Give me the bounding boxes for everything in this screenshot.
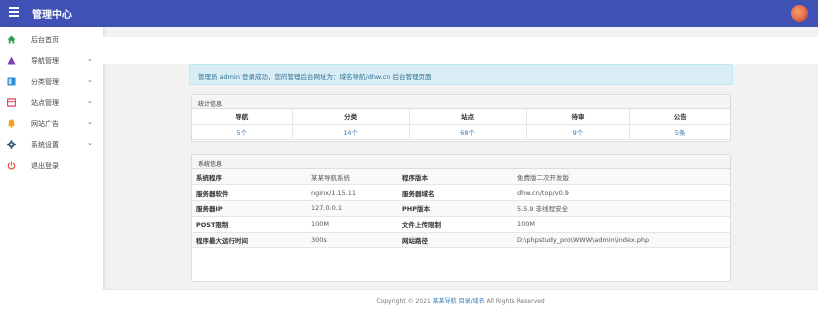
sidebar: 后台首页 导航管理 ⌄ 分类管理 ⌄ 站点管理 ⌄ 网站广告 ⌄ 系统设置 ⌄ … [0,27,103,312]
stats-header-site: 站点 [409,109,527,125]
rights-text: All Rights Reserved [486,298,545,305]
table-cell: 5.5.9 非线程安全 [513,200,730,217]
chevron-down-icon: ⌄ [87,97,93,105]
sidebar-item-label: 导航管理 [31,57,59,65]
chevron-down-icon: ⌄ [87,55,93,63]
site-icon [7,98,16,107]
sidebar-item-ads[interactable]: 网站广告 ⌄ [0,115,103,133]
table-cell: 127.0.0.1 [307,200,398,217]
sidebar-item-site[interactable]: 站点管理 ⌄ [0,94,103,112]
menu-toggle-icon[interactable] [9,7,19,17]
avatar[interactable] [791,5,808,22]
top-bar: 管理中心 [0,0,818,27]
table-row: 导航 分类 站点 待审 公告 [192,109,730,125]
sidebar-item-settings[interactable]: 系统设置 ⌄ [0,136,103,154]
table-cell: 100M [307,216,398,233]
table-cell: POST限制 [192,216,307,233]
stats-value-pending[interactable]: 9个 [526,124,631,140]
sidebar-item-label: 网站广告 [31,120,59,128]
stats-value-site[interactable]: 68个 [409,124,527,140]
footer-site-link[interactable]: 某某导航 目录/域名 [433,298,485,305]
gear-icon [7,140,16,149]
stats-value-notice[interactable]: 5条 [629,124,730,140]
power-icon [7,161,16,170]
content-header-bar [103,37,818,64]
stats-header-pending: 待审 [526,109,631,125]
table-cell: 100M [513,216,730,233]
table-cell: PHP版本 [398,200,513,217]
table-row: 服务器IP 127.0.0.1 PHP版本 5.5.9 非线程安全 [192,200,730,217]
sysinfo-table: 系统程序 某某导航系统 程序版本 免费版二次开发版 服务器软件 nginx/1.… [192,169,730,249]
table-cell: 服务器域名 [398,184,513,202]
sidebar-item-label: 退出登录 [31,162,59,170]
table-row: 程序最大运行时间 300s 网站路径 D:\phpstudy_pro\WWW\a… [192,232,730,249]
table-cell: dhw.cn/top/v0.9 [513,184,730,202]
stats-header-notice: 公告 [629,109,730,125]
stats-value-nav[interactable]: 5个 [192,124,293,140]
sidebar-item-home[interactable]: 后台首页 [0,31,103,49]
home-icon [7,35,16,44]
table-cell: 文件上传限制 [398,216,513,233]
table-cell: nginx/1.15.11 [307,184,398,202]
chevron-down-icon: ⌄ [87,139,93,147]
sidebar-item-label: 站点管理 [31,99,59,107]
app-title: 管理中心 [32,10,72,21]
table-cell: 程序版本 [398,169,513,186]
sidebar-item-label: 分类管理 [31,78,59,86]
bell-icon [7,119,16,128]
table-row: 服务器软件 nginx/1.15.11 服务器域名 dhw.cn/top/v0.… [192,184,730,202]
table-cell: 免费版二次开发版 [513,169,730,186]
triangle-icon [7,56,16,65]
sidebar-item-logout[interactable]: 退出登录 [0,157,103,175]
chevron-down-icon: ⌄ [87,118,93,126]
footer: Copyright © 2021 某某导航 目录/域名 All Rights R… [103,289,818,312]
folder-icon [7,77,16,86]
stats-header-nav: 导航 [192,109,293,125]
table-row: POST限制 100M 文件上传限制 100M [192,216,730,233]
table-cell: 网站路径 [398,232,513,249]
stats-panel-title: 统计信息 [192,95,730,109]
table-row: 5个 14个 68个 9个 5条 [192,124,730,140]
table-cell: 程序最大运行时间 [192,232,307,249]
stats-table: 导航 分类 站点 待审 公告 5个 14个 68个 9个 5条 [192,109,730,140]
stats-value-category[interactable]: 14个 [292,124,410,140]
table-cell: 系统程序 [192,169,307,186]
chevron-down-icon: ⌄ [87,76,93,84]
table-cell: 服务器IP [192,200,307,217]
sysinfo-panel: 系统信息 系统程序 某某导航系统 程序版本 免费版二次开发版 服务器软件 ngi… [191,154,731,282]
login-alert: 管理员 admin 登录成功，您的管理后台网址为：域名导航/dhw.cn 后台管… [189,64,733,85]
sidebar-item-label: 系统设置 [31,141,59,149]
sidebar-item-nav[interactable]: 导航管理 ⌄ [0,52,103,70]
copyright-text: Copyright © 2021 [376,298,431,305]
stats-header-category: 分类 [292,109,410,125]
sysinfo-panel-title: 系统信息 [192,155,730,169]
table-cell: 服务器软件 [192,184,307,202]
table-cell: 某某导航系统 [307,169,398,186]
main-content: 管理员 admin 登录成功，您的管理后台网址为：域名导航/dhw.cn 后台管… [103,27,818,312]
sidebar-item-label: 后台首页 [31,36,59,44]
stats-panel: 统计信息 导航 分类 站点 待审 公告 5个 14个 68个 9个 5条 [191,94,731,142]
table-row: 系统程序 某某导航系统 程序版本 免费版二次开发版 [192,169,730,186]
sidebar-item-category[interactable]: 分类管理 ⌄ [0,73,103,91]
table-cell: 300s [307,232,398,249]
table-cell: D:\phpstudy_pro\WWW\admin\index.php [513,232,730,249]
